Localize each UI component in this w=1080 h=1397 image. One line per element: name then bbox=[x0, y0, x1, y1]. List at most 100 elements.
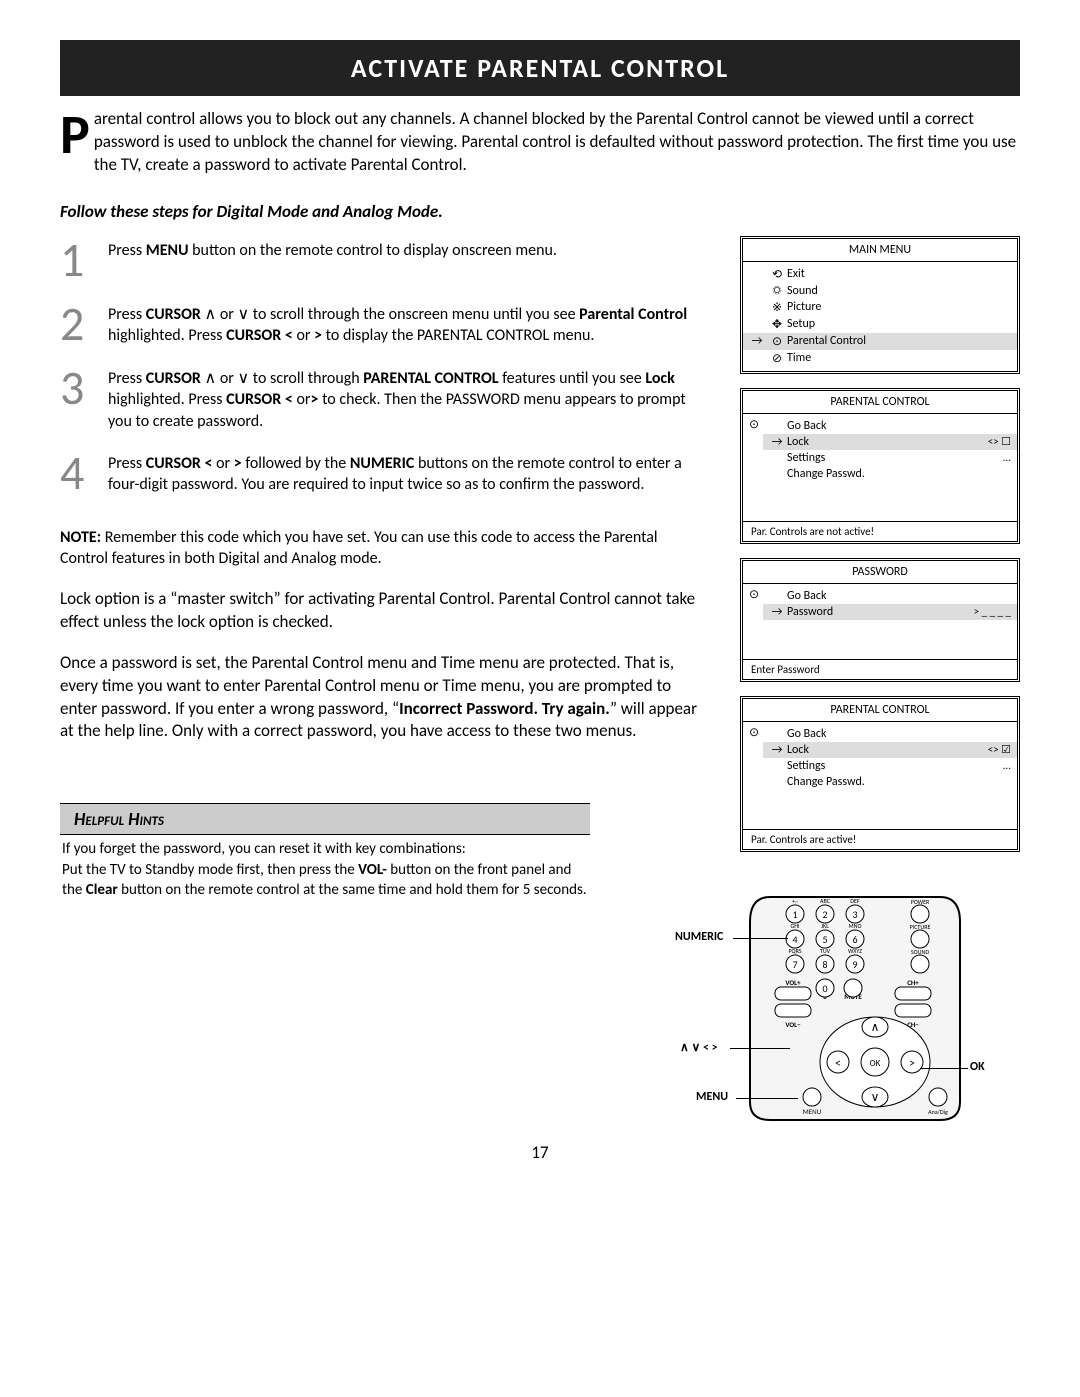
page-title: ACTIVATE PARENTAL CONTROL bbox=[60, 40, 1020, 96]
svg-text:MENU: MENU bbox=[803, 1107, 822, 1116]
osd-row: Go Back bbox=[763, 418, 1017, 434]
osd-footer: Par. Controls are not active! bbox=[743, 521, 1017, 541]
svg-text:8: 8 bbox=[822, 958, 827, 971]
osd-label: Settings bbox=[787, 451, 1003, 465]
svg-text:7: 7 bbox=[792, 958, 797, 971]
osd-label: Sound bbox=[787, 284, 1011, 298]
osd-row: ☼Sound bbox=[743, 283, 1017, 299]
step-text: Press CURSOR ∧ or ∨ to scroll through th… bbox=[108, 300, 704, 347]
osd-row: Settings... bbox=[763, 450, 1017, 466]
body-para-1: Lock option is a “master switch” for act… bbox=[60, 588, 704, 634]
osd-row: Settings... bbox=[763, 758, 1017, 774]
svg-text:ABC: ABC bbox=[820, 897, 831, 905]
helpful-hints-body: If you forget the password, you can rese… bbox=[60, 835, 590, 900]
osd-label: Exit bbox=[787, 267, 1011, 281]
step-number: 3 bbox=[60, 364, 108, 412]
osd-label: Time bbox=[787, 351, 1011, 365]
svg-text:GHI: GHI bbox=[790, 922, 800, 930]
remote-diagram: NUMERIC ∧ ∨ < > MENU OK bbox=[740, 892, 1020, 1122]
osd-label: Change Passwd. bbox=[787, 775, 1011, 789]
svg-text:CH+: CH+ bbox=[907, 978, 919, 987]
osd-icon: ☼ bbox=[767, 284, 787, 298]
eye-icon: ⊙ bbox=[749, 417, 759, 432]
label-menu: MENU bbox=[696, 1090, 728, 1104]
svg-text:4: 4 bbox=[792, 933, 797, 946]
osd-footer: Par. Controls are active! bbox=[743, 829, 1017, 849]
osd-title: PASSWORD bbox=[743, 561, 1017, 584]
svg-text:TUV: TUV bbox=[820, 947, 831, 955]
svg-text:∧: ∧ bbox=[871, 1021, 880, 1035]
step-number: 4 bbox=[60, 449, 108, 497]
osd-panel: ⊙PARENTAL CONTROLGo Back→Lock<> ☑Setting… bbox=[740, 696, 1020, 852]
svg-text:6: 6 bbox=[852, 933, 857, 946]
note-text: NOTE: Remember this code which you have … bbox=[60, 527, 704, 570]
osd-panel: ⊙ PARENTAL CONTROL Go Back→Lock<> ☐Setting… bbox=[740, 388, 1020, 544]
page-number: 17 bbox=[60, 1142, 1020, 1163]
step: 1Press MENU button on the remote control… bbox=[60, 236, 704, 284]
osd-row: Change Passwd. bbox=[763, 774, 1017, 790]
label-arrows: ∧ ∨ < > bbox=[680, 1040, 718, 1055]
svg-text:2: 2 bbox=[822, 908, 827, 921]
osd-label: Go Back bbox=[787, 589, 1011, 603]
osd-value: > _ _ _ _ bbox=[974, 605, 1011, 618]
osd-icon: ⟲ bbox=[767, 267, 787, 282]
eye-icon: ⊙ bbox=[749, 587, 759, 602]
dropcap: P bbox=[60, 108, 94, 160]
step-text: Press CURSOR < or > followed by the NUME… bbox=[108, 449, 704, 496]
osd-row: →Lock<> ☑ bbox=[763, 742, 1017, 758]
osd-label: Setup bbox=[787, 317, 1011, 331]
svg-text:WXYZ: WXYZ bbox=[848, 947, 862, 955]
svg-text:5: 5 bbox=[822, 933, 827, 946]
osd-icon: ⊙ bbox=[767, 334, 787, 349]
osd-arrow: → bbox=[747, 334, 767, 348]
svg-text:∨: ∨ bbox=[871, 1091, 880, 1105]
osd-row: →Lock<> ☐ bbox=[763, 434, 1017, 450]
osd-title: MAIN MENU bbox=[743, 239, 1017, 262]
svg-text:JKL: JKL bbox=[821, 922, 829, 930]
osd-title: PARENTAL CONTROL bbox=[743, 699, 1017, 722]
svg-text:9: 9 bbox=[852, 958, 857, 971]
eye-icon: ⊙ bbox=[749, 725, 759, 740]
osd-row: ⟲Exit bbox=[743, 266, 1017, 283]
svg-text:0: 0 bbox=[822, 982, 827, 995]
label-numeric: NUMERIC bbox=[675, 930, 723, 944]
osd-row: Go Back bbox=[763, 588, 1017, 604]
intro-paragraph: Parental control allows you to block out… bbox=[60, 108, 1020, 177]
osd-label: Go Back bbox=[787, 419, 1011, 433]
osd-label: Change Passwd. bbox=[787, 467, 1011, 481]
step-number: 2 bbox=[60, 300, 108, 348]
osd-label: Parental Control bbox=[787, 334, 1011, 348]
osd-label: Password bbox=[787, 605, 974, 619]
osd-panel: MAIN MENU⟲Exit☼Sound※Picture✥Setup→⊙Pare… bbox=[740, 236, 1020, 374]
step-text: Press CURSOR ∧ or ∨ to scroll through PA… bbox=[108, 364, 704, 433]
osd-row: ⊘Time bbox=[743, 350, 1017, 367]
intro-text: arental control allows you to block out … bbox=[94, 108, 1016, 175]
osd-panel: ⊙ PASSWORD Go Back→Password> _ _ _ _ Enter … bbox=[740, 558, 1020, 682]
step: 4Press CURSOR < or > followed by the NUM… bbox=[60, 449, 704, 497]
helpful-hints-box: Helpful Hints If you forget the password… bbox=[60, 803, 590, 900]
svg-text:+.-: +.- bbox=[792, 897, 798, 905]
svg-text:Ana/Dig: Ana/Dig bbox=[928, 1108, 948, 1116]
osd-title: PARENTAL CONTROL bbox=[743, 391, 1017, 414]
osd-label: Lock bbox=[787, 435, 988, 449]
osd-row: ✥Setup bbox=[743, 316, 1017, 333]
step-number: 1 bbox=[60, 236, 108, 284]
osd-footer: Enter Password bbox=[743, 659, 1017, 679]
osd-icon: ✥ bbox=[767, 317, 787, 332]
svg-text:>: > bbox=[909, 1057, 915, 1071]
step: 2Press CURSOR ∧ or ∨ to scroll through t… bbox=[60, 300, 704, 348]
svg-text:PQRS: PQRS bbox=[788, 947, 801, 955]
body-para-2: Once a password is set, the Parental Con… bbox=[60, 652, 704, 744]
step-text: Press MENU button on the remote control … bbox=[108, 236, 557, 262]
svg-text:DEF: DEF bbox=[850, 897, 860, 905]
svg-text:CH−: CH− bbox=[907, 1020, 919, 1029]
osd-value: ... bbox=[1003, 451, 1011, 464]
osd-icon: ※ bbox=[767, 300, 787, 315]
osd-row: →Password> _ _ _ _ bbox=[763, 604, 1017, 620]
osd-arrow: → bbox=[767, 743, 787, 757]
osd-label: Settings bbox=[787, 759, 1003, 773]
svg-text:MNO: MNO bbox=[849, 922, 862, 930]
osd-value: ... bbox=[1003, 759, 1011, 772]
osd-value: <> ☐ bbox=[988, 435, 1011, 448]
osd-value: <> ☑ bbox=[988, 743, 1011, 756]
